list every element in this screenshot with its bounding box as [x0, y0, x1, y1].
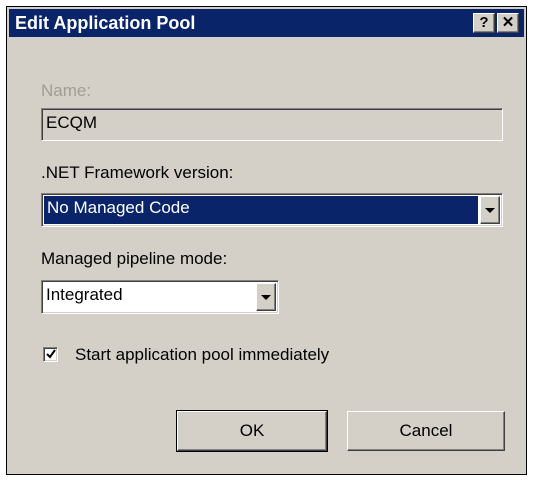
- pipeline-mode-dropdown[interactable]: Integrated: [41, 280, 279, 314]
- start-immediately-label[interactable]: Start application pool immediately: [75, 345, 329, 365]
- dialog-title: Edit Application Pool: [15, 13, 196, 33]
- title-bar[interactable]: Edit Application Pool ? ✕: [9, 9, 524, 37]
- framework-dropdown-button[interactable]: [480, 196, 500, 224]
- start-immediately-checkbox[interactable]: [43, 347, 58, 362]
- checkmark-icon: [46, 349, 56, 359]
- name-field: ECQM: [41, 108, 503, 141]
- help-icon: ?: [479, 14, 489, 31]
- dropdown-arrow-icon: [261, 295, 271, 300]
- ok-button-label: OK: [239, 421, 265, 440]
- close-button[interactable]: ✕: [497, 13, 519, 33]
- pipeline-mode-value: Integrated: [46, 285, 123, 304]
- help-button[interactable]: ?: [473, 13, 495, 33]
- name-value: ECQM: [46, 113, 97, 132]
- framework-version-dropdown[interactable]: No Managed Code: [41, 193, 503, 227]
- name-label: Name:: [41, 81, 92, 100]
- ok-button[interactable]: OK: [176, 410, 328, 452]
- pipeline-dropdown-button[interactable]: [256, 283, 276, 311]
- pipeline-mode-label: Managed pipeline mode:: [41, 249, 228, 268]
- framework-version-value: No Managed Code: [47, 198, 190, 217]
- dropdown-arrow-icon: [485, 208, 495, 213]
- cancel-button[interactable]: Cancel: [347, 411, 505, 451]
- framework-version-label: .NET Framework version:: [41, 163, 234, 182]
- edit-application-pool-dialog: Edit Application Pool ? ✕ Name: ECQM .NE…: [6, 6, 527, 475]
- close-icon: ✕: [501, 14, 515, 31]
- cancel-button-label: Cancel: [399, 421, 453, 440]
